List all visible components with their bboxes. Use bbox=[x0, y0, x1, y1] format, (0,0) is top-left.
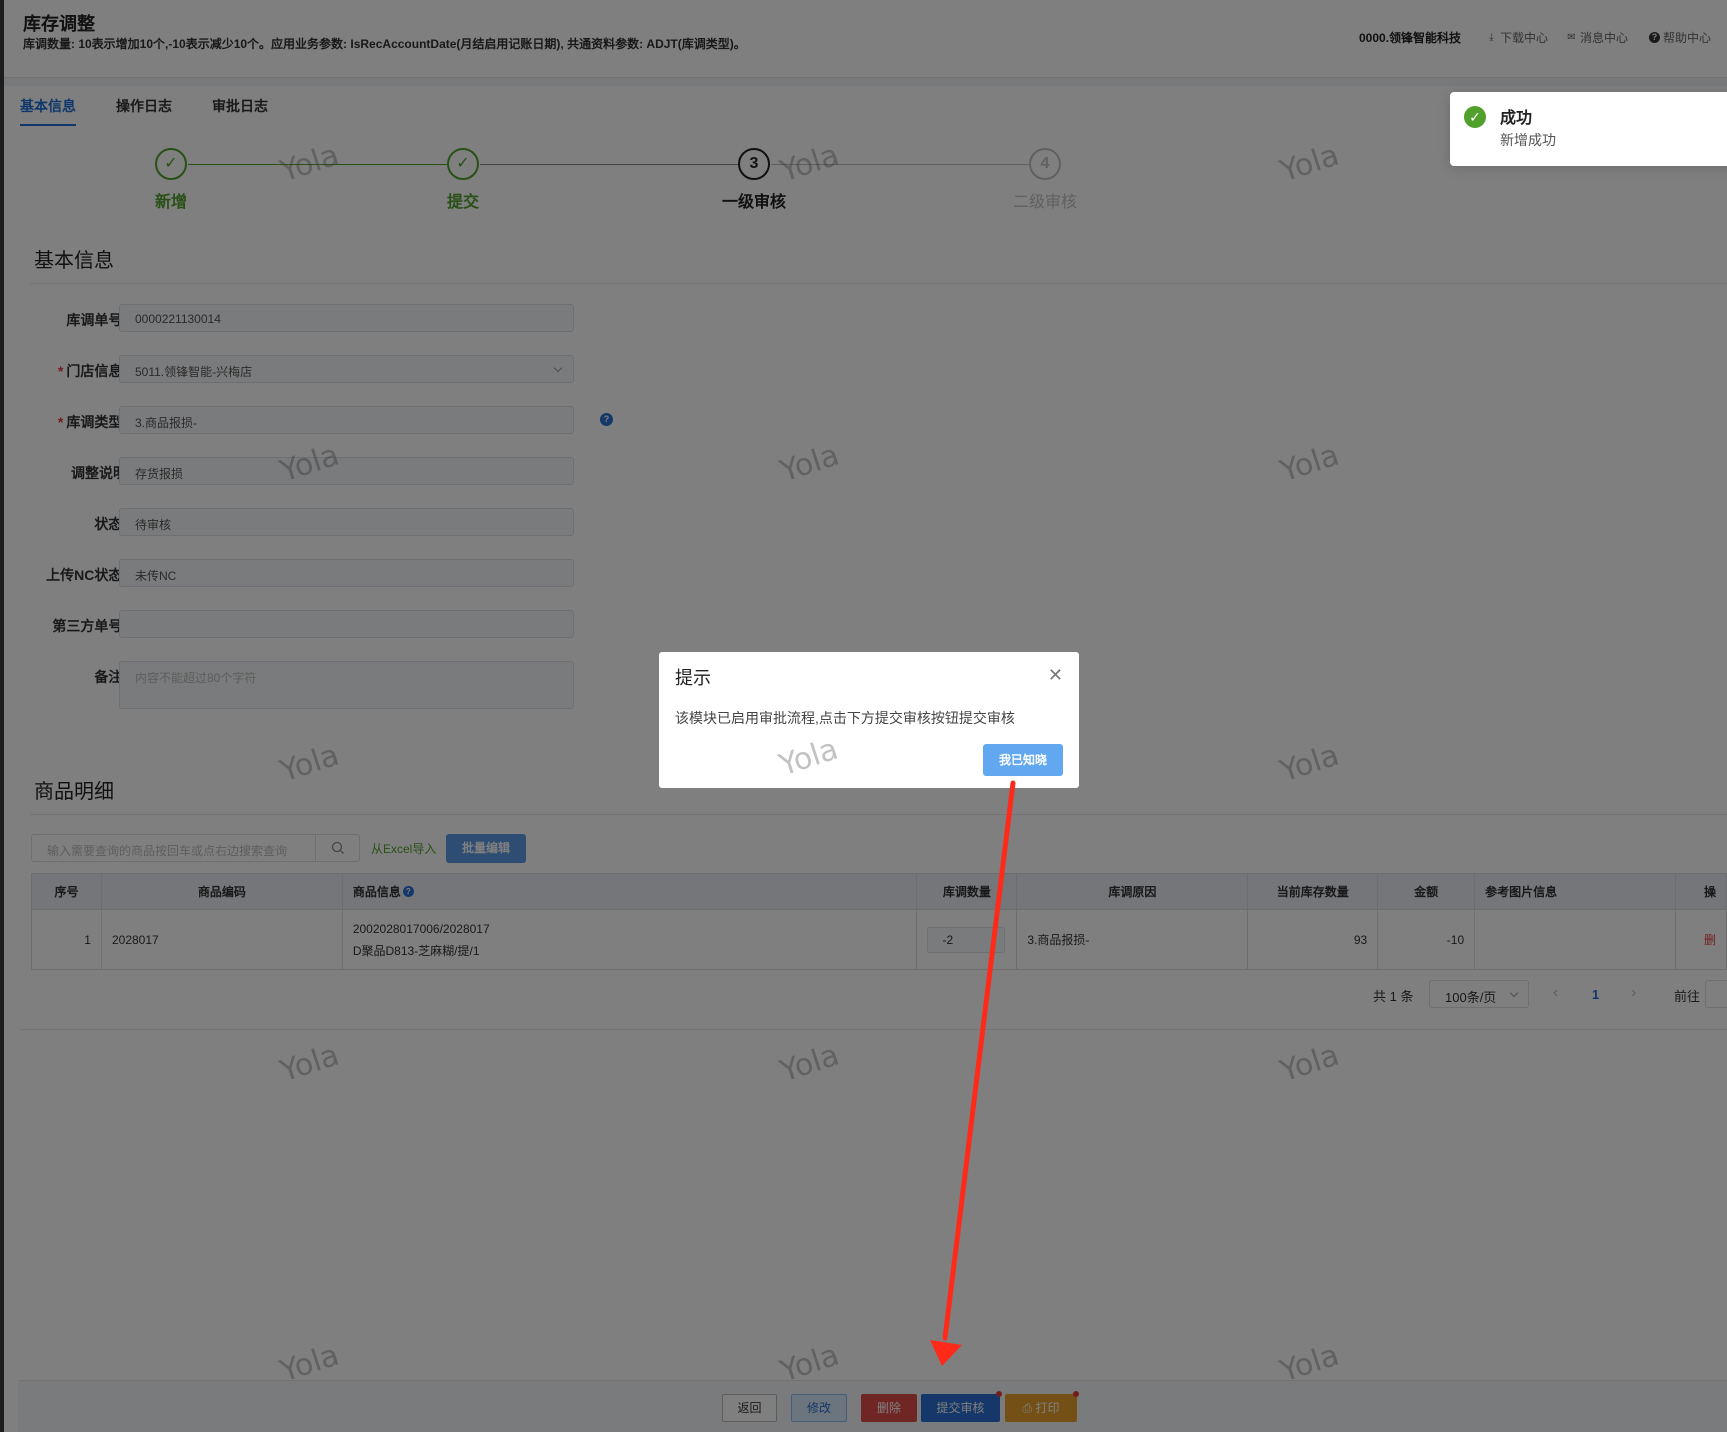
arrow-shaft bbox=[942, 780, 1016, 1341]
arrow-head bbox=[930, 1340, 962, 1366]
annotation-arrow bbox=[930, 780, 1016, 1366]
